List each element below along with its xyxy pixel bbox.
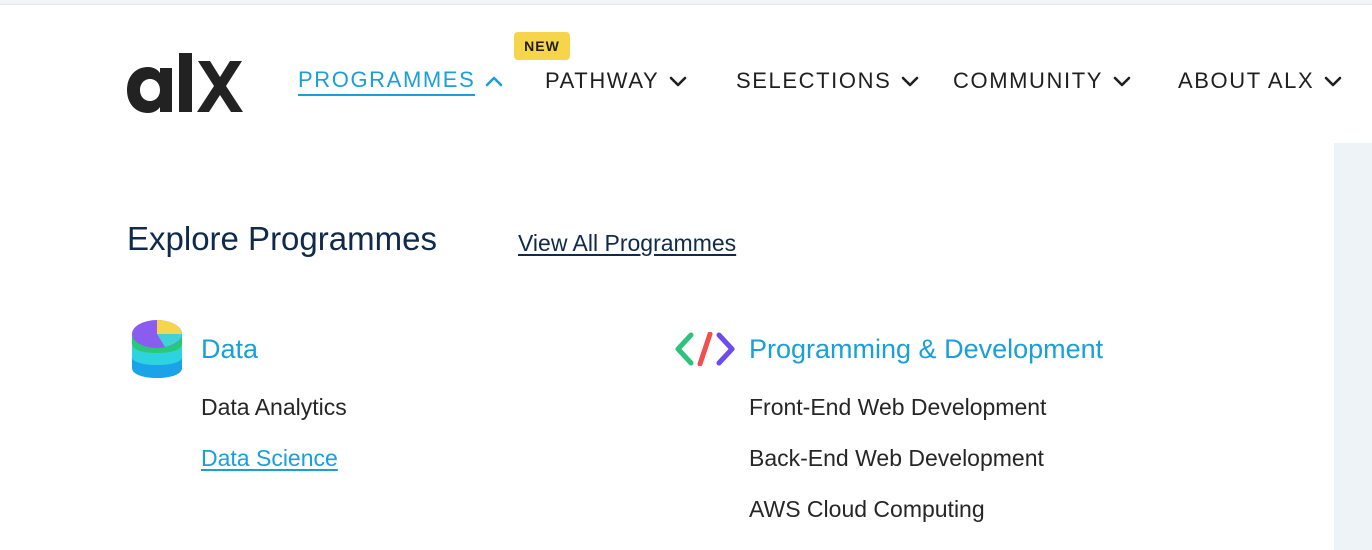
nav-pathway-label: PATHWAY (545, 68, 660, 93)
link-aws-cloud-computing[interactable]: AWS Cloud Computing (749, 496, 985, 523)
alx-logo[interactable] (126, 53, 244, 113)
nav-about-alx[interactable]: ABOUT ALX (1178, 65, 1342, 97)
category-data[interactable]: Data (201, 334, 258, 365)
chevron-up-icon (486, 76, 503, 87)
link-front-end-web-development[interactable]: Front-End Web Development (749, 394, 1046, 421)
nav-community[interactable]: COMMUNITY (953, 65, 1131, 97)
category-programming-development[interactable]: Programming & Development (749, 334, 1103, 365)
nav-about-alx-label: ABOUT ALX (1178, 68, 1315, 93)
database-icon (132, 320, 182, 378)
site-header: NEW PROGRAMMES PATHWAY SELECTIONS COMMUN… (0, 5, 1372, 143)
link-back-end-web-development[interactable]: Back-End Web Development (749, 445, 1044, 472)
chevron-down-icon (1113, 76, 1131, 87)
chevron-down-icon (669, 76, 687, 87)
link-data-science[interactable]: Data Science (201, 445, 338, 472)
nav-programmes[interactable]: PROGRAMMES (298, 65, 503, 97)
view-all-programmes-link[interactable]: View All Programmes (518, 230, 736, 257)
link-data-analytics[interactable]: Data Analytics (201, 394, 347, 421)
nav-pathway[interactable]: PATHWAY (545, 65, 687, 97)
explore-title: Explore Programmes (127, 220, 437, 257)
code-icon (675, 332, 735, 366)
nav-selections-label: SELECTIONS (736, 68, 892, 93)
nav-community-label: COMMUNITY (953, 68, 1104, 93)
chevron-down-icon (1324, 76, 1342, 87)
nav-selections[interactable]: SELECTIONS (736, 65, 919, 97)
side-panel (1334, 143, 1372, 550)
new-badge: NEW (514, 32, 570, 60)
page: NEW PROGRAMMES PATHWAY SELECTIONS COMMUN… (0, 0, 1372, 550)
chevron-down-icon (902, 76, 919, 87)
nav-programmes-label: PROGRAMMES (298, 67, 476, 96)
